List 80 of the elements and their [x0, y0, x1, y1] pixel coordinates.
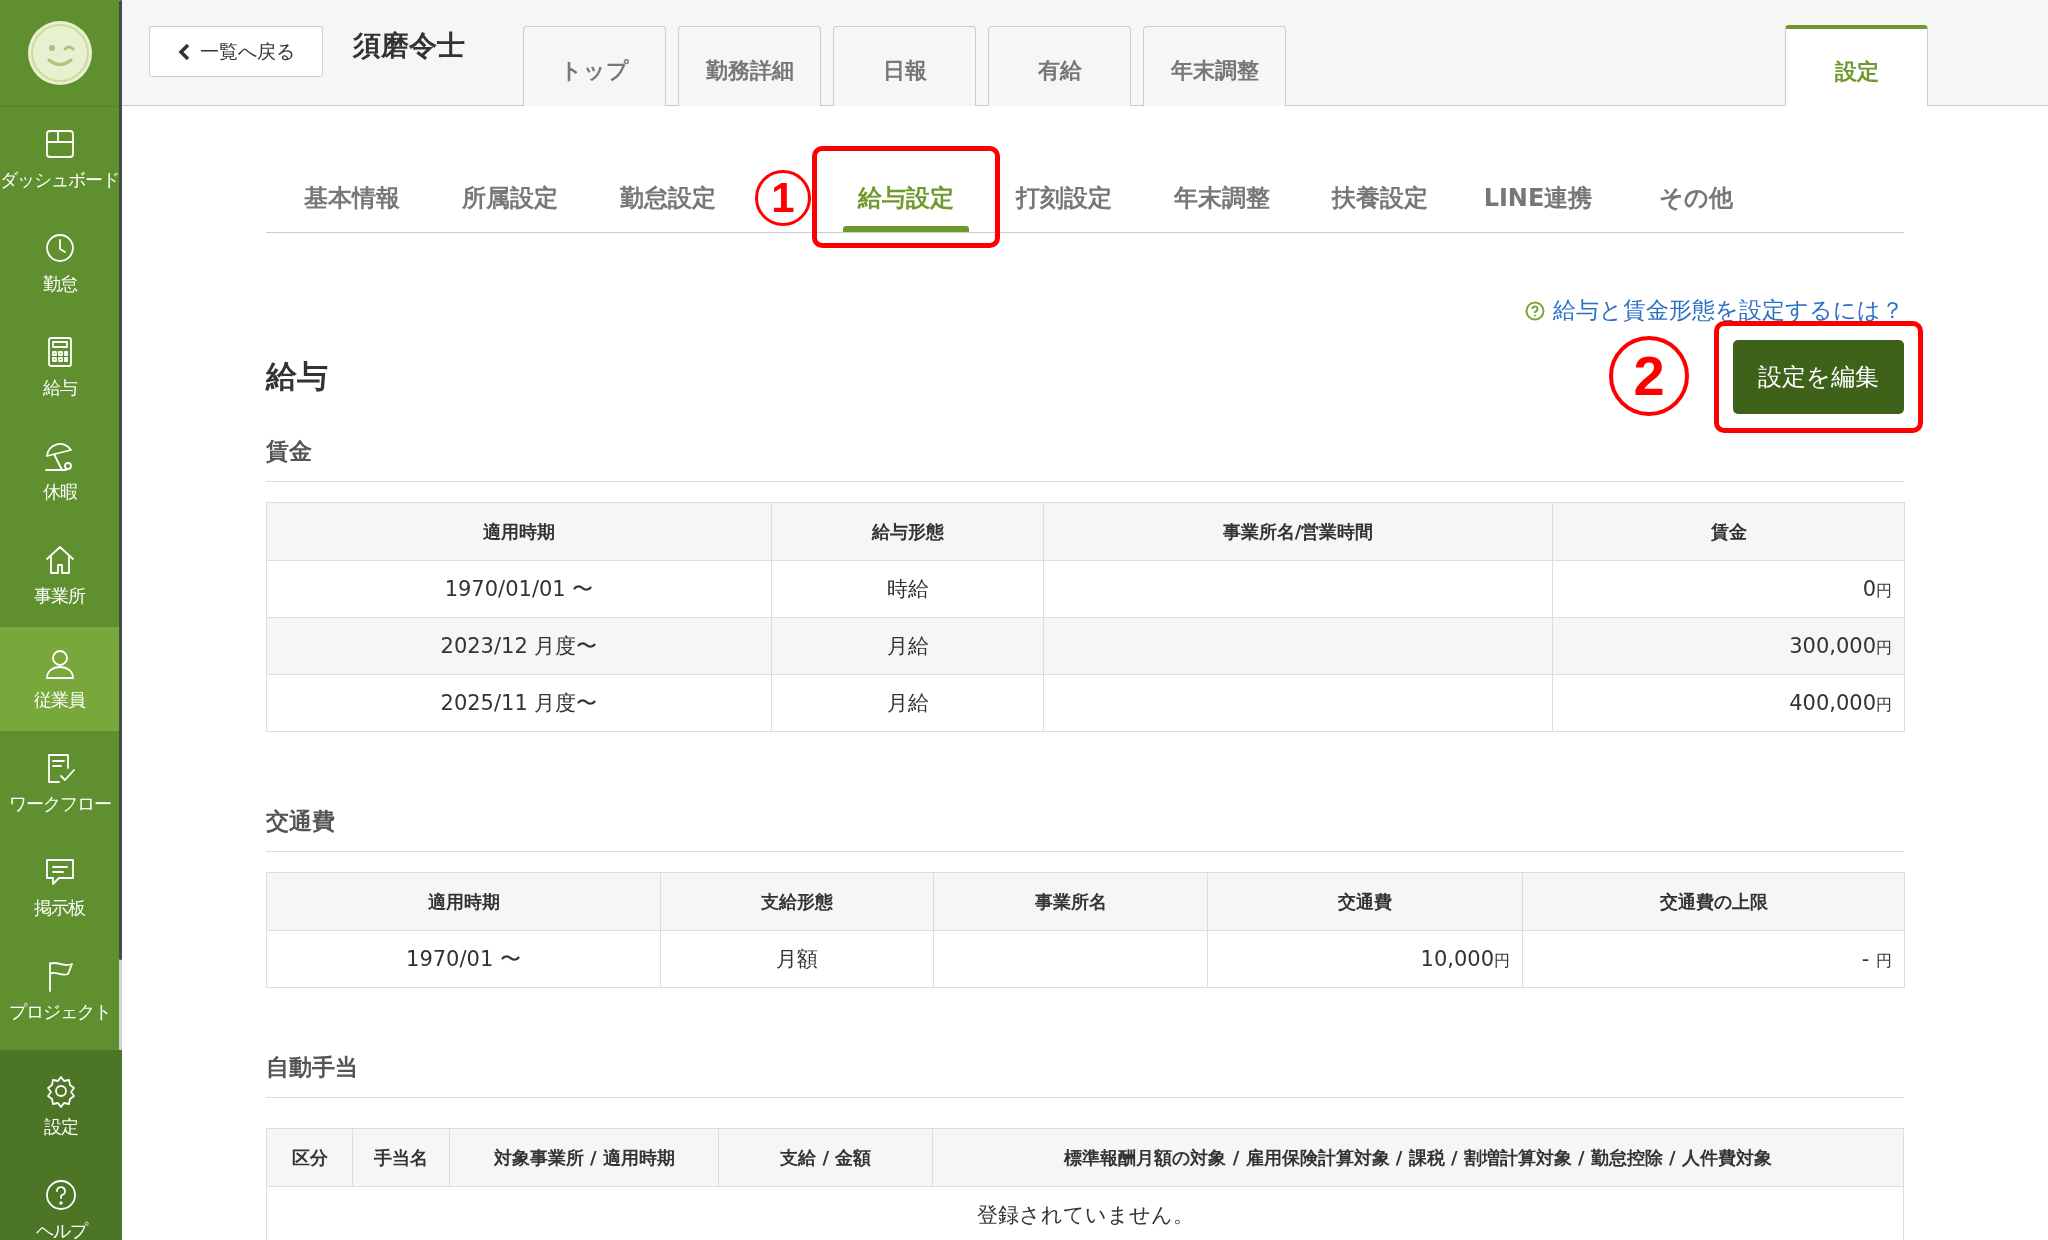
column-header: 適用時期 — [266, 872, 661, 931]
sidebar-item[interactable]: 勤怠 — [0, 211, 119, 315]
column-header: 事業所名/営業時間 — [1043, 502, 1553, 561]
sidebar-item[interactable]: プロジェクト — [0, 939, 119, 1043]
column-header: 適用時期 — [266, 502, 772, 561]
sub-tab[interactable]: 基本情報 — [273, 170, 431, 232]
sub-tab[interactable]: 打刻設定 — [985, 170, 1143, 232]
table-cell: 0円 — [1552, 560, 1905, 618]
sidebar-item[interactable]: ダッシュボード — [0, 107, 119, 211]
sub-tab[interactable]: 扶養設定 — [1301, 170, 1459, 232]
table-cell: 月給 — [771, 617, 1044, 675]
edit-settings-button[interactable]: 設定を編集 — [1733, 340, 1904, 414]
sidebar-label: 勤怠 — [42, 272, 77, 296]
table-cell: 月給 — [771, 674, 1044, 732]
column-header: 事業所名 — [933, 872, 1208, 931]
sidebar-label: 給与 — [42, 376, 77, 400]
sidebar-label: 事業所 — [34, 584, 85, 608]
back-button[interactable]: 一覧へ戻る — [149, 26, 323, 77]
sidebar-item[interactable]: 給与 — [0, 315, 119, 419]
table-cell: 10,000円 — [1207, 930, 1523, 988]
sub-tab[interactable]: LINE連携 — [1459, 170, 1617, 232]
subsection-heading: 自動手当 — [266, 1052, 1904, 1098]
table-cell: 2025/11 月度〜 — [266, 674, 772, 732]
sidebar-label: 休暇 — [42, 480, 77, 504]
table-cell: - 円 — [1522, 930, 1905, 988]
table-cell: 時給 — [771, 560, 1044, 618]
scrollbar[interactable] — [119, 0, 122, 1050]
sub-tab[interactable]: その他 — [1617, 170, 1775, 232]
sidebar-label: 設定 — [44, 1115, 78, 1139]
table-cell: 400,000円 — [1552, 674, 1905, 732]
tab[interactable]: 年末調整 — [1143, 26, 1286, 106]
settings-tab[interactable]: 設定 — [1785, 25, 1928, 106]
table-cell: 1970/01 〜 — [266, 930, 661, 988]
sidebar-label: 従業員 — [34, 688, 85, 712]
sidebar-item[interactable]: 掲示板 — [0, 835, 119, 939]
empty-message: 登録されていません。 — [266, 1186, 1904, 1240]
section-title: 給与 — [266, 357, 328, 396]
column-header: 標準報酬月額の対象 / 雇用保険計算対象 / 課税 / 割増計算対象 / 勤怠控除 / 人件費対象 — [932, 1128, 1904, 1187]
sidebar-label: ダッシュボード — [0, 168, 119, 192]
sub-tab[interactable]: 所属設定 — [431, 170, 589, 232]
sidebar-label: ヘルプ — [35, 1219, 87, 1240]
sidebar-label: プロジェクト — [8, 1000, 111, 1024]
column-header: 手当名 — [352, 1128, 450, 1187]
tab[interactable]: 有給 — [988, 26, 1131, 106]
sidebar-item[interactable]: ワークフロー — [0, 731, 119, 835]
sub-tab[interactable]: 年末調整 — [1143, 170, 1301, 232]
column-header: 支給 / 金額 — [718, 1128, 933, 1187]
help-link[interactable]: 給与と賃金形態を設定するには？ — [1553, 295, 1904, 326]
sub-tab[interactable]: 勤怠設定 — [589, 170, 747, 232]
help-icon — [1525, 300, 1545, 321]
sidebar-label: ワークフロー — [8, 792, 111, 816]
column-header: 区分 — [266, 1128, 353, 1187]
column-header: 対象事業所 / 適用時期 — [449, 1128, 719, 1187]
logo-icon[interactable] — [26, 20, 93, 86]
tab[interactable]: 日報 — [833, 26, 976, 106]
step-number: 2 — [1609, 336, 1689, 416]
column-header: 交通費の上限 — [1522, 872, 1905, 931]
sidebar-label: 掲示板 — [34, 896, 85, 920]
sidebar-item[interactable]: 事業所 — [0, 523, 119, 627]
subsection-heading: 交通費 — [266, 806, 1904, 852]
sidebar-item[interactable]: 設定 — [0, 1054, 122, 1158]
chevron-left-icon — [177, 42, 190, 61]
table-cell: 2023/12 月度〜 — [266, 617, 772, 675]
column-header: 給与形態 — [771, 502, 1044, 561]
employee-name: 須磨令士 — [353, 28, 465, 64]
tab[interactable]: トップ — [523, 26, 666, 106]
sidebar-item[interactable]: ヘルプ — [0, 1158, 122, 1240]
sidebar-item[interactable]: 従業員 — [0, 627, 119, 731]
sub-tab[interactable]: 給与設定 — [827, 170, 985, 232]
help-icon — [43, 1177, 79, 1213]
step-number: 1 — [755, 170, 811, 226]
column-header: 支給形態 — [660, 872, 934, 931]
table-cell: 月額 — [660, 930, 934, 988]
column-header: 賃金 — [1552, 502, 1905, 561]
column-header: 交通費 — [1207, 872, 1523, 931]
subsection-heading: 賃金 — [266, 436, 1904, 482]
table-cell: 1970/01/01 〜 — [266, 560, 772, 618]
tab[interactable]: 勤務詳細 — [678, 26, 821, 106]
sidebar-item[interactable]: 休暇 — [0, 419, 119, 523]
table-cell: 300,000円 — [1552, 617, 1905, 675]
